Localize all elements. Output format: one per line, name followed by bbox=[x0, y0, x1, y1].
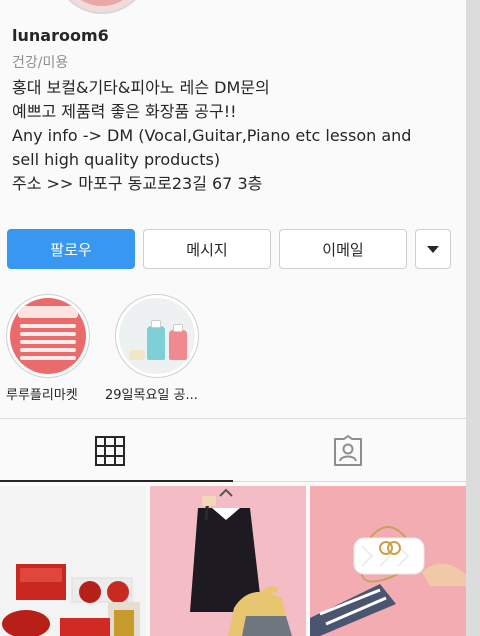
bio-line: Any info -> DM (Vocal,Guitar,Piano etc l… bbox=[12, 126, 412, 145]
post-thumbnail[interactable] bbox=[310, 486, 466, 636]
section-divider bbox=[0, 418, 466, 419]
active-tab-indicator bbox=[0, 480, 233, 482]
story-highlight-thursday[interactable] bbox=[115, 294, 199, 378]
story-highlight-flea-market[interactable] bbox=[6, 294, 90, 378]
highlight-label: 루루플리마켓 bbox=[6, 388, 78, 403]
profile-screen: lunaroom6 건강/미용 홍대 보컬&기타&피아노 레슨 DM문의 예쁘고… bbox=[0, 0, 466, 636]
follow-button[interactable]: 팔로우 bbox=[7, 229, 135, 269]
bio-line: 주소 >> 마포구 동교로23길 67 3층 bbox=[12, 174, 263, 193]
profile-avatar[interactable] bbox=[54, 0, 150, 14]
highlight-label: 29일목요일 공... bbox=[105, 388, 198, 403]
chevron-down-icon bbox=[427, 245, 439, 253]
grid-icon[interactable] bbox=[95, 436, 125, 466]
email-button[interactable]: 이메일 bbox=[279, 229, 407, 269]
screen-edge bbox=[466, 0, 480, 636]
profile-username: lunaroom6 bbox=[12, 26, 109, 45]
bio-line: 예쁘고 제품력 좋은 화장품 공구!! bbox=[12, 102, 237, 121]
profile-category: 건강/미용 bbox=[12, 55, 69, 71]
post-thumbnail[interactable] bbox=[150, 486, 306, 636]
highlight-cover-image bbox=[10, 298, 86, 374]
bio-line: sell high quality products) bbox=[12, 150, 221, 169]
more-options-button[interactable] bbox=[415, 229, 451, 269]
message-button[interactable]: 메시지 bbox=[143, 229, 271, 269]
post-thumbnail[interactable] bbox=[0, 486, 146, 636]
profile-bio: 홍대 보컬&기타&피아노 레슨 DM문의 예쁘고 제품력 좋은 화장품 공구!!… bbox=[12, 76, 452, 196]
highlight-cover-image bbox=[119, 298, 195, 374]
tagged-icon[interactable] bbox=[333, 435, 363, 467]
bio-line: 홍대 보컬&기타&피아노 레슨 DM문의 bbox=[12, 78, 270, 97]
